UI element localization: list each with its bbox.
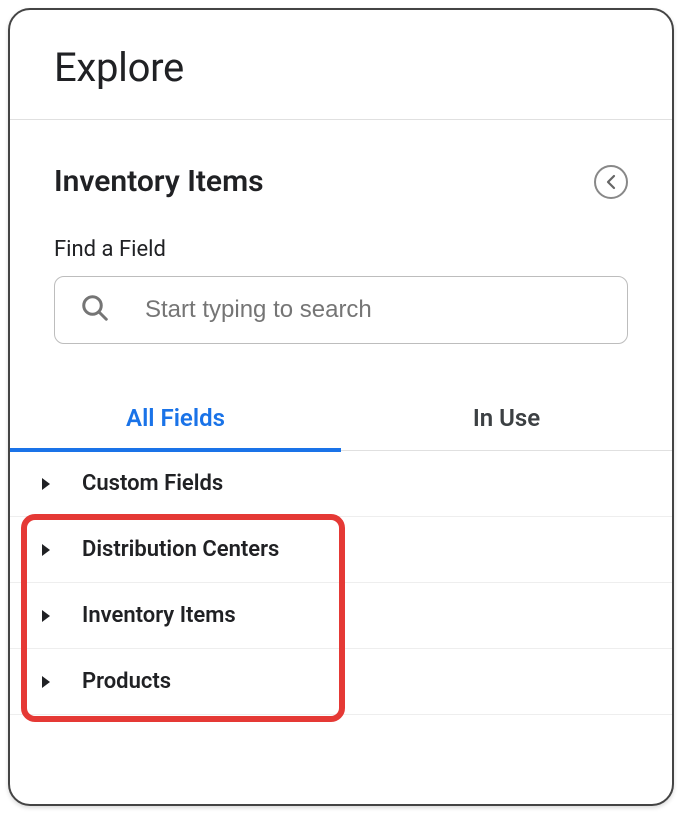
chevron-left-icon xyxy=(605,174,617,190)
tabs: All Fields In Use xyxy=(10,390,672,451)
group-label: Products xyxy=(82,669,171,694)
caret-right-icon xyxy=(40,609,52,623)
header: Explore xyxy=(10,10,672,119)
group-inventory-items[interactable]: Inventory Items xyxy=(10,583,672,649)
group-custom-fields[interactable]: Custom Fields xyxy=(10,451,672,517)
group-label: Distribution Centers xyxy=(82,537,279,562)
field-group-list: Custom Fields Distribution Centers Inven… xyxy=(10,451,672,715)
explore-name: Inventory Items xyxy=(54,164,264,199)
caret-right-icon xyxy=(40,477,52,491)
tab-in-use[interactable]: In Use xyxy=(341,390,672,450)
page-title: Explore xyxy=(54,44,628,91)
search-input[interactable] xyxy=(54,276,628,344)
group-label: Inventory Items xyxy=(82,603,236,628)
group-products[interactable]: Products xyxy=(10,649,672,715)
tab-all-fields[interactable]: All Fields xyxy=(10,390,341,450)
search-wrap xyxy=(54,276,628,344)
collapse-button[interactable] xyxy=(594,165,628,199)
find-field-label: Find a Field xyxy=(54,237,628,262)
search-icon xyxy=(80,293,110,327)
field-picker: Inventory Items Find a Field All Fields … xyxy=(10,120,672,715)
group-distribution-centers[interactable]: Distribution Centers xyxy=(10,517,672,583)
caret-right-icon xyxy=(40,675,52,689)
caret-right-icon xyxy=(40,543,52,557)
section-header: Inventory Items xyxy=(54,164,628,199)
group-label: Custom Fields xyxy=(82,471,223,496)
explore-panel: Explore Inventory Items Find a Field All xyxy=(8,8,674,806)
